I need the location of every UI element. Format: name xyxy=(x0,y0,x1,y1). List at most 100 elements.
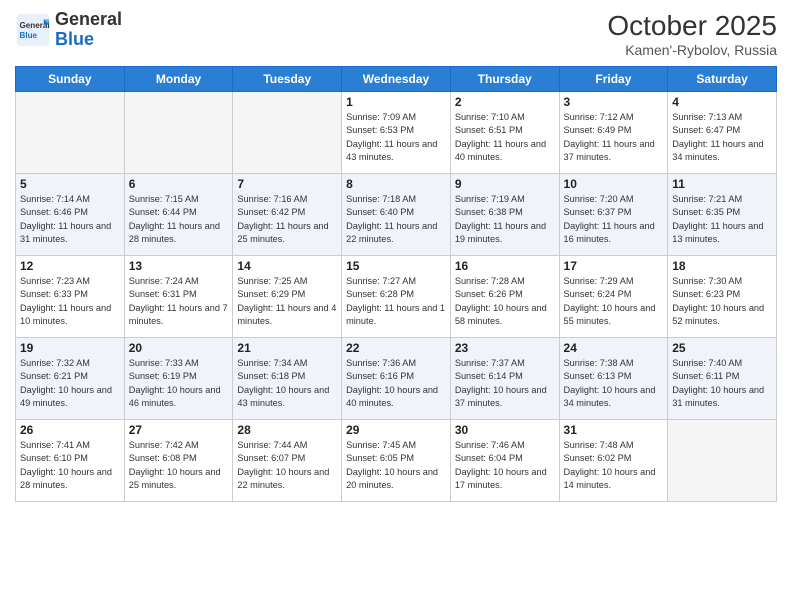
calendar-table: SundayMondayTuesdayWednesdayThursdayFrid… xyxy=(15,66,777,502)
calendar-cell: 22 Sunrise: 7:36 AMSunset: 6:16 PMDayligh… xyxy=(342,338,451,420)
calendar-cell: 9Sunrise: 7:19 AMSunset: 6:38 PMDaylight… xyxy=(450,174,559,256)
day-number: 8 xyxy=(346,177,446,191)
header: General Blue General Blue October 2025 K… xyxy=(15,10,777,58)
day-number: 17 xyxy=(564,259,664,273)
logo-blue: Blue xyxy=(55,29,94,49)
calendar-cell: 2Sunrise: 7:10 AMSunset: 6:51 PMDaylight… xyxy=(450,92,559,174)
day-info: Sunrise: 7:36 AMSunset: 6:16 PMDaylight:… xyxy=(346,357,446,410)
day-info: Sunrise: 7:48 AMSunset: 6:02 PMDaylight:… xyxy=(564,439,664,492)
calendar-cell: 31 Sunrise: 7:48 AMSunset: 6:02 PMDayligh… xyxy=(559,420,668,502)
calendar-cell: 7Sunrise: 7:16 AMSunset: 6:42 PMDaylight… xyxy=(233,174,342,256)
day-info: Sunrise: 7:44 AMSunset: 6:07 PMDaylight:… xyxy=(237,439,337,492)
day-info: Sunrise: 7:20 AMSunset: 6:37 PMDaylight:… xyxy=(564,193,664,246)
day-info: Sunrise: 7:19 AMSunset: 6:38 PMDaylight:… xyxy=(455,193,555,246)
day-number: 1 xyxy=(346,95,446,109)
weekday-header-row: SundayMondayTuesdayWednesdayThursdayFrid… xyxy=(16,67,777,92)
day-number: 12 xyxy=(20,259,120,273)
day-info: Sunrise: 7:30 AMSunset: 6:23 PMDaylight:… xyxy=(672,275,772,328)
calendar-cell: 21 Sunrise: 7:34 AMSunset: 6:18 PMDayligh… xyxy=(233,338,342,420)
month-title: October 2025 xyxy=(607,10,777,42)
calendar-cell: 6Sunrise: 7:15 AMSunset: 6:44 PMDaylight… xyxy=(124,174,233,256)
day-info: Sunrise: 7:38 AMSunset: 6:13 PMDaylight:… xyxy=(564,357,664,410)
day-info: Sunrise: 7:42 AMSunset: 6:08 PMDaylight:… xyxy=(129,439,229,492)
day-number: 13 xyxy=(129,259,229,273)
day-number: 16 xyxy=(455,259,555,273)
day-number: 29 xyxy=(346,423,446,437)
weekday-header-saturday: Saturday xyxy=(668,67,777,92)
day-info: Sunrise: 7:40 AMSunset: 6:11 PMDaylight:… xyxy=(672,357,772,410)
weekday-header-thursday: Thursday xyxy=(450,67,559,92)
day-number: 25 xyxy=(672,341,772,355)
calendar-cell xyxy=(233,92,342,174)
calendar-cell: 26Sunrise: 7:41 AMSunset: 6:10 PMDayligh… xyxy=(16,420,125,502)
calendar-week-1: 1 Sunrise: 7:09 AMSunset: 6:53 PMDaylight… xyxy=(16,92,777,174)
day-number: 3 xyxy=(564,95,664,109)
day-info: Sunrise: 7:18 AMSunset: 6:40 PMDaylight:… xyxy=(346,193,446,246)
day-number: 28 xyxy=(237,423,337,437)
day-number: 19 xyxy=(20,341,120,355)
day-info: Sunrise: 7:45 AMSunset: 6:05 PMDaylight:… xyxy=(346,439,446,492)
calendar-cell: 13Sunrise: 7:24 AMSunset: 6:31 PMDayligh… xyxy=(124,256,233,338)
calendar-cell: 19 Sunrise: 7:32 AMSunset: 6:21 PMDayligh… xyxy=(16,338,125,420)
day-info: Sunrise: 7:27 AMSunset: 6:28 PMDaylight:… xyxy=(346,275,446,328)
day-number: 27 xyxy=(129,423,229,437)
location-subtitle: Kamen'-Rybolov, Russia xyxy=(607,42,777,58)
calendar-cell xyxy=(16,92,125,174)
calendar-cell: 25 Sunrise: 7:40 AMSunset: 6:11 PMDayligh… xyxy=(668,338,777,420)
day-number: 24 xyxy=(564,341,664,355)
day-number: 4 xyxy=(672,95,772,109)
logo-general: General xyxy=(55,9,122,29)
calendar-cell: 29 Sunrise: 7:45 AMSunset: 6:05 PMDayligh… xyxy=(342,420,451,502)
calendar-week-5: 26Sunrise: 7:41 AMSunset: 6:10 PMDayligh… xyxy=(16,420,777,502)
day-number: 22 xyxy=(346,341,446,355)
calendar-cell: 16 Sunrise: 7:28 AMSunset: 6:26 PMDayligh… xyxy=(450,256,559,338)
calendar-cell: 1 Sunrise: 7:09 AMSunset: 6:53 PMDaylight… xyxy=(342,92,451,174)
calendar-cell: 12 Sunrise: 7:23 AMSunset: 6:33 PMDayligh… xyxy=(16,256,125,338)
calendar-cell: 17 Sunrise: 7:29 AMSunset: 6:24 PMDayligh… xyxy=(559,256,668,338)
day-info: Sunrise: 7:34 AMSunset: 6:18 PMDaylight:… xyxy=(237,357,337,410)
day-info: Sunrise: 7:37 AMSunset: 6:14 PMDaylight:… xyxy=(455,357,555,410)
calendar-cell: 11Sunrise: 7:21 AMSunset: 6:35 PMDayligh… xyxy=(668,174,777,256)
weekday-header-tuesday: Tuesday xyxy=(233,67,342,92)
logo: General Blue General Blue xyxy=(15,10,122,50)
calendar-cell: 3Sunrise: 7:12 AMSunset: 6:49 PMDaylight… xyxy=(559,92,668,174)
day-info: Sunrise: 7:29 AMSunset: 6:24 PMDaylight:… xyxy=(564,275,664,328)
calendar-cell: 14Sunrise: 7:25 AMSunset: 6:29 PMDayligh… xyxy=(233,256,342,338)
day-info: Sunrise: 7:14 AMSunset: 6:46 PMDaylight:… xyxy=(20,193,120,246)
day-number: 20 xyxy=(129,341,229,355)
title-area: October 2025 Kamen'-Rybolov, Russia xyxy=(607,10,777,58)
day-number: 21 xyxy=(237,341,337,355)
logo-icon: General Blue xyxy=(15,12,51,48)
calendar-cell: 10Sunrise: 7:20 AMSunset: 6:37 PMDayligh… xyxy=(559,174,668,256)
day-number: 23 xyxy=(455,341,555,355)
day-number: 2 xyxy=(455,95,555,109)
weekday-header-friday: Friday xyxy=(559,67,668,92)
day-number: 15 xyxy=(346,259,446,273)
day-info: Sunrise: 7:09 AMSunset: 6:53 PMDaylight:… xyxy=(346,111,446,164)
calendar-week-4: 19 Sunrise: 7:32 AMSunset: 6:21 PMDayligh… xyxy=(16,338,777,420)
calendar-cell: 8 Sunrise: 7:18 AMSunset: 6:40 PMDaylight… xyxy=(342,174,451,256)
calendar-cell xyxy=(124,92,233,174)
weekday-header-wednesday: Wednesday xyxy=(342,67,451,92)
day-info: Sunrise: 7:16 AMSunset: 6:42 PMDaylight:… xyxy=(237,193,337,246)
day-number: 6 xyxy=(129,177,229,191)
day-info: Sunrise: 7:32 AMSunset: 6:21 PMDaylight:… xyxy=(20,357,120,410)
day-info: Sunrise: 7:21 AMSunset: 6:35 PMDaylight:… xyxy=(672,193,772,246)
logo-text: General Blue xyxy=(55,10,122,50)
day-info: Sunrise: 7:28 AMSunset: 6:26 PMDaylight:… xyxy=(455,275,555,328)
day-info: Sunrise: 7:25 AMSunset: 6:29 PMDaylight:… xyxy=(237,275,337,328)
svg-text:Blue: Blue xyxy=(20,31,38,40)
calendar-cell: 23 Sunrise: 7:37 AMSunset: 6:14 PMDayligh… xyxy=(450,338,559,420)
calendar-cell: 15 Sunrise: 7:27 AMSunset: 6:28 PMDayligh… xyxy=(342,256,451,338)
day-info: Sunrise: 7:23 AMSunset: 6:33 PMDaylight:… xyxy=(20,275,120,328)
calendar-cell: 5Sunrise: 7:14 AMSunset: 6:46 PMDaylight… xyxy=(16,174,125,256)
calendar-cell: 27 Sunrise: 7:42 AMSunset: 6:08 PMDayligh… xyxy=(124,420,233,502)
calendar-cell: 30Sunrise: 7:46 AMSunset: 6:04 PMDayligh… xyxy=(450,420,559,502)
calendar-week-2: 5Sunrise: 7:14 AMSunset: 6:46 PMDaylight… xyxy=(16,174,777,256)
weekday-header-sunday: Sunday xyxy=(16,67,125,92)
day-number: 31 xyxy=(564,423,664,437)
day-number: 18 xyxy=(672,259,772,273)
calendar-cell xyxy=(668,420,777,502)
calendar-cell: 18 Sunrise: 7:30 AMSunset: 6:23 PMDayligh… xyxy=(668,256,777,338)
day-number: 30 xyxy=(455,423,555,437)
